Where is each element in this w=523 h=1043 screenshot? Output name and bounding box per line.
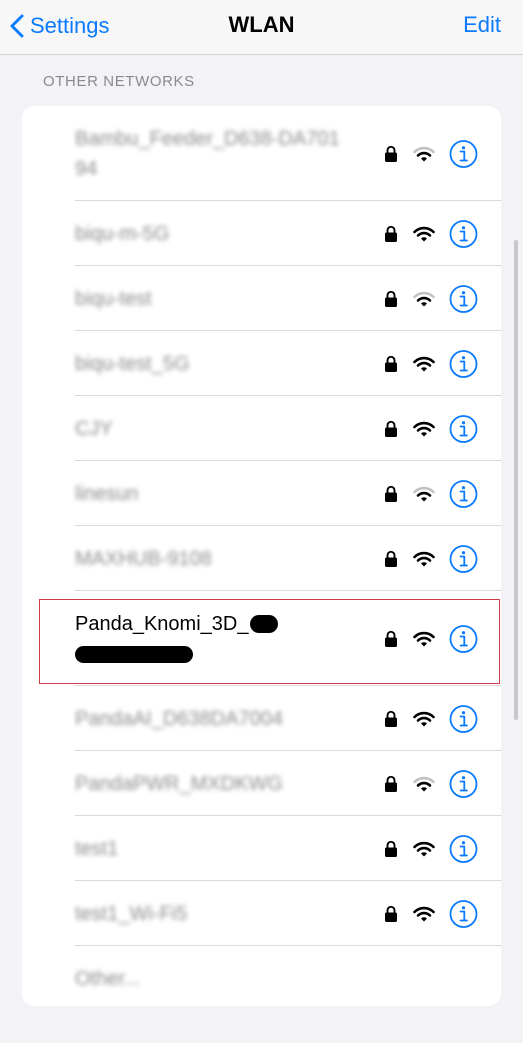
network-row[interactable]: test1 [22, 816, 501, 881]
network-row[interactable]: linesun [22, 461, 501, 526]
wifi-icon [413, 356, 435, 371]
other-network-label: Other... [75, 967, 141, 990]
network-name: CJY [75, 414, 345, 444]
wifi-icon [413, 631, 435, 646]
wifi-icon [413, 486, 435, 501]
wifi-icon [413, 551, 435, 566]
info-icon[interactable] [449, 704, 478, 733]
lock-icon [385, 420, 397, 437]
network-name: test1_Wi-Fi5 [75, 899, 345, 929]
network-row[interactable]: biqu-test [22, 266, 501, 331]
wifi-icon [413, 291, 435, 306]
network-name-text: Bambu_Feeder_D638-DA70194 [75, 127, 340, 180]
info-icon[interactable] [449, 349, 478, 378]
network-name: biqu-m-5G [75, 219, 345, 249]
network-name-text: CJY [75, 417, 113, 440]
lock-icon [385, 905, 397, 922]
page-title: WLAN [228, 12, 295, 37]
wifi-icon [413, 906, 435, 921]
network-name: PandaPWR_MXDKWG [75, 769, 345, 799]
network-name: Bambu_Feeder_D638-DA70194 [75, 124, 345, 184]
network-name-text: PandaAI_D638DA7004 [75, 707, 283, 730]
network-name-text: Panda_Knomi_3D_ [75, 612, 249, 635]
network-name: biqu-test [75, 284, 345, 314]
lock-icon [385, 485, 397, 502]
network-name: Panda_Knomi_3D_ [75, 609, 345, 669]
wifi-icon [413, 776, 435, 791]
lock-icon [385, 840, 397, 857]
other-network-row[interactable]: Other... [22, 946, 501, 1006]
lock-icon [385, 550, 397, 567]
wifi-icon [413, 841, 435, 856]
info-icon[interactable] [449, 139, 478, 168]
network-name-text: test1_Wi-Fi5 [75, 902, 188, 925]
network-row[interactable]: Panda_Knomi_3D_ [22, 591, 501, 686]
networks-list: Bambu_Feeder_D638-DA70194 biqu-m-5G biqu-t… [22, 106, 501, 1006]
info-icon[interactable] [449, 834, 478, 863]
network-row[interactable]: biqu-test_5G [22, 331, 501, 396]
wifi-icon [413, 146, 435, 161]
lock-icon [385, 355, 397, 372]
edit-button[interactable]: Edit [463, 12, 501, 38]
info-icon[interactable] [449, 414, 478, 443]
info-icon[interactable] [449, 544, 478, 573]
info-icon[interactable] [449, 284, 478, 313]
network-name: test1 [75, 834, 345, 864]
network-row[interactable]: PandaPWR_MXDKWG [22, 751, 501, 816]
info-icon[interactable] [449, 219, 478, 248]
lock-icon [385, 225, 397, 242]
lock-icon [385, 290, 397, 307]
info-icon[interactable] [449, 769, 478, 798]
network-row[interactable]: test1_Wi-Fi5 [22, 881, 501, 946]
network-row[interactable]: biqu-m-5G [22, 201, 501, 266]
network-name-text: biqu-test_5G [75, 352, 190, 375]
lock-icon [385, 710, 397, 727]
network-name: linesun [75, 479, 345, 509]
network-name-text: biqu-m-5G [75, 222, 170, 245]
network-row[interactable]: MAXHUB-9108 [22, 526, 501, 591]
network-name-text: test1 [75, 837, 119, 860]
wifi-icon [413, 226, 435, 241]
redaction-mark [250, 615, 279, 634]
network-name: PandaAI_D638DA7004 [75, 704, 345, 734]
wifi-icon [413, 421, 435, 436]
redaction-mark [75, 645, 193, 663]
network-row[interactable]: CJY [22, 396, 501, 461]
scrollbar[interactable] [514, 240, 518, 720]
info-icon[interactable] [449, 479, 478, 508]
lock-icon [385, 775, 397, 792]
network-name-text: MAXHUB-9108 [75, 547, 212, 570]
network-name-text: biqu-test [75, 287, 152, 310]
network-row[interactable]: Bambu_Feeder_D638-DA70194 [22, 106, 501, 201]
section-header-other-networks: OTHER NETWORKS [43, 73, 195, 90]
lock-icon [385, 630, 397, 647]
lock-icon [385, 145, 397, 162]
navigation-bar: Settings WLAN Edit [0, 0, 523, 55]
info-icon[interactable] [449, 899, 478, 928]
network-name-text: PandaPWR_MXDKWG [75, 772, 283, 795]
wifi-icon [413, 711, 435, 726]
info-icon[interactable] [449, 624, 478, 653]
network-name-text: linesun [75, 482, 139, 505]
network-row[interactable]: PandaAI_D638DA7004 [22, 686, 501, 751]
network-name: biqu-test_5G [75, 349, 345, 379]
network-name: MAXHUB-9108 [75, 544, 345, 574]
